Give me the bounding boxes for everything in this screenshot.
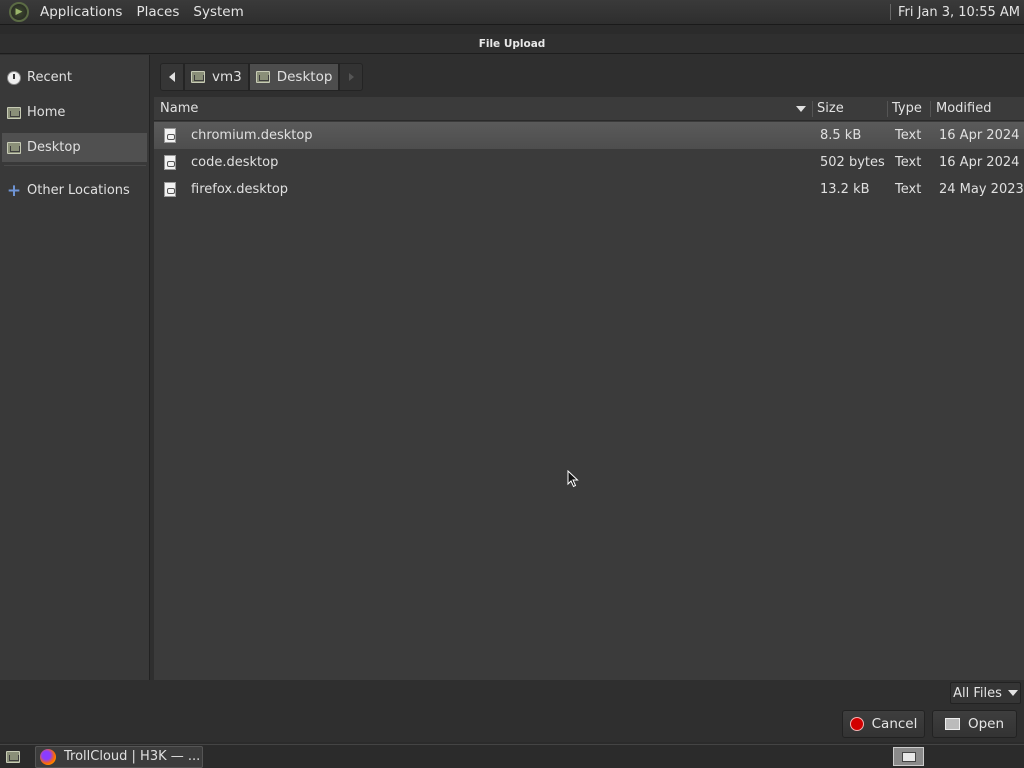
column-separator[interactable] [930, 101, 931, 117]
home-folder-icon [6, 105, 22, 121]
column-header-modified[interactable]: Modified [936, 97, 1021, 121]
sidebar-item-label: Recent [27, 70, 72, 85]
text-file-icon [164, 122, 176, 149]
open-folder-icon [944, 718, 960, 730]
list-header: Name Size Type Modified [154, 97, 1024, 121]
chevron-left-icon [169, 72, 175, 82]
cancel-label: Cancel [871, 716, 918, 732]
workspace-window-icon [901, 751, 916, 762]
stop-icon [849, 717, 864, 731]
dialog-titlebar[interactable]: File Upload [0, 34, 1024, 54]
file-size: 13.2 kB [820, 182, 870, 197]
sidebar-item-home[interactable]: Home [2, 98, 147, 127]
file-modified: 16 Apr 2024 [939, 128, 1020, 143]
sidebar-item-desktop[interactable]: Desktop [2, 133, 147, 162]
sidebar-item-label: Desktop [27, 140, 81, 155]
file-size: 8.5 kB [820, 128, 862, 143]
sidebar-item-other-locations[interactable]: + Other Locations [2, 176, 147, 205]
cancel-button[interactable]: Cancel [842, 710, 925, 738]
show-desktop-button[interactable] [2, 748, 24, 766]
menu-applications[interactable]: Applications [33, 4, 129, 20]
column-header-label: Name [160, 101, 199, 116]
show-desktop-icon [6, 750, 20, 763]
home-folder-icon [191, 71, 205, 83]
menu-system[interactable]: System [186, 4, 250, 20]
path-back-button[interactable] [160, 63, 184, 91]
file-modified: 24 May 2023 [939, 182, 1024, 197]
clock-area: Fri Jan 3, 10:55 AM [889, 0, 1024, 24]
path-crumb-label: vm3 [212, 69, 242, 85]
open-button[interactable]: Open [932, 710, 1017, 738]
text-file-icon [164, 149, 176, 176]
chevron-down-icon [1007, 690, 1018, 696]
text-file-icon [164, 176, 176, 203]
file-name: code.desktop [191, 155, 279, 170]
file-modified: 16 Apr 2024 [939, 155, 1020, 170]
plus-icon: + [6, 180, 22, 201]
file-row[interactable]: firefox.desktop 13.2 kB Text 24 May 2023 [154, 176, 1024, 203]
file-row[interactable]: code.desktop 502 bytes Text 16 Apr 2024 [154, 149, 1024, 176]
workspace-switcher[interactable] [893, 747, 924, 766]
column-header-size[interactable]: Size [817, 97, 887, 121]
file-filter-label: All Files [953, 685, 1002, 701]
path-crumb-vm3[interactable]: vm3 [184, 63, 249, 91]
column-header-type[interactable]: Type [892, 97, 932, 121]
file-upload-dialog: File Upload Recent Home Desktop + Other … [0, 34, 1024, 742]
path-bar: vm3 Desktop [160, 63, 364, 91]
desktop-folder-icon [255, 71, 270, 83]
file-list[interactable]: Name Size Type Modified chromium.desktop… [154, 97, 1024, 680]
menu-logo-icon[interactable]: ▶ [9, 2, 29, 22]
taskbar: TrollCloud | H3K — ... [0, 744, 1024, 768]
menu-places[interactable]: Places [129, 4, 186, 20]
path-crumb-desktop[interactable]: Desktop [248, 63, 340, 91]
mouse-cursor-icon [567, 470, 579, 488]
sort-descending-icon[interactable] [796, 105, 806, 112]
column-header-label: Type [892, 101, 922, 116]
taskbar-window-title: TrollCloud | H3K — ... [64, 749, 201, 764]
column-separator[interactable] [887, 101, 888, 117]
panel-separator [889, 4, 891, 20]
file-type: Text [895, 155, 922, 170]
file-name: firefox.desktop [191, 182, 289, 197]
column-header-name[interactable]: Name [160, 97, 806, 121]
column-header-label: Size [817, 101, 844, 116]
places-sidebar: Recent Home Desktop + Other Locations [0, 55, 150, 680]
file-row[interactable]: chromium.desktop 8.5 kB Text 16 Apr 2024 [154, 122, 1024, 149]
column-separator[interactable] [812, 101, 813, 117]
sidebar-item-recent[interactable]: Recent [2, 63, 147, 92]
firefox-icon [40, 748, 56, 765]
open-label: Open [967, 716, 1005, 732]
file-name: chromium.desktop [191, 128, 313, 143]
path-crumb-label: Desktop [276, 69, 333, 85]
file-type: Text [895, 182, 922, 197]
sidebar-divider [4, 165, 146, 166]
file-size: 502 bytes [820, 155, 885, 170]
file-filter-dropdown[interactable]: All Files [950, 682, 1021, 704]
desktop-folder-icon [6, 140, 22, 156]
taskbar-window-button[interactable]: TrollCloud | H3K — ... [35, 745, 203, 768]
path-forward-button[interactable] [339, 63, 364, 91]
file-type: Text [895, 128, 922, 143]
chevron-right-icon [348, 73, 354, 81]
sidebar-item-label: Other Locations [27, 183, 130, 198]
sidebar-item-label: Home [27, 105, 66, 120]
clock[interactable]: Fri Jan 3, 10:55 AM [898, 5, 1024, 20]
dialog-title: File Upload [478, 37, 546, 50]
top-panel: ▶ Applications Places System Fri Jan 3, … [0, 0, 1024, 25]
column-header-label: Modified [936, 101, 992, 116]
clock-icon [6, 70, 22, 86]
